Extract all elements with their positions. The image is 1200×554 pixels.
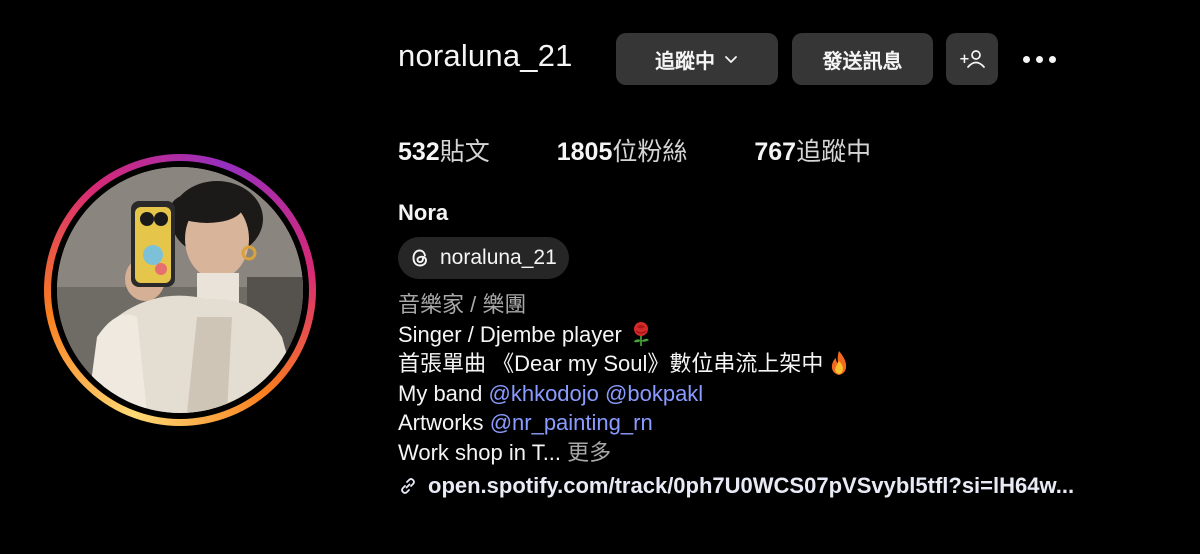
bio-more-link[interactable]: 更多	[567, 440, 611, 465]
following-button[interactable]: 追蹤中	[616, 33, 778, 85]
add-person-icon-plus: +	[959, 52, 970, 67]
threads-handle: noraluna_21	[440, 246, 557, 269]
more-options-icon[interactable]	[1016, 44, 1062, 74]
followers-count[interactable]: 1805位粉絲	[557, 132, 688, 168]
profile-username: noraluna_21	[398, 38, 573, 73]
suggested-users-button[interactable]: +	[946, 33, 998, 85]
bio-line: Artworks @nr_painting_rn	[398, 410, 653, 435]
profile-photo-illustration	[57, 167, 303, 413]
link-icon	[401, 477, 415, 494]
rose-emoji-icon	[633, 321, 649, 346]
send-message-button[interactable]: 發送訊息	[792, 33, 933, 85]
mention-link[interactable]: @khkodojo	[489, 381, 599, 406]
profile-avatar[interactable]	[44, 154, 316, 426]
avatar-photo	[57, 167, 303, 413]
following-button-label: 追蹤中	[655, 50, 715, 73]
posts-count: 532貼文	[398, 138, 490, 166]
threads-badge[interactable]: noraluna_21	[398, 237, 569, 279]
bio-line: 首張單曲 《Dear my Soul》數位串流上架中	[398, 349, 1188, 379]
mention-link[interactable]: @bokpakl	[605, 381, 703, 406]
bio-line: My band @khkodojo @bokpakl	[398, 380, 704, 406]
profile-stats: 532貼文 1805位粉絲 767追蹤中	[398, 132, 938, 168]
profile-full-name: Nora	[398, 200, 449, 225]
fire-emoji-icon	[832, 351, 847, 375]
add-person-icon: +	[959, 50, 985, 68]
bio-category: 音樂家 / 樂團	[398, 292, 527, 317]
bio-external-link[interactable]: open.spotify.com/track/0ph7U0WCS07pVSvyb…	[398, 471, 1188, 501]
mention-link[interactable]: @nr_painting_rn	[490, 410, 653, 435]
bio-line: Work shop in T... 更多	[398, 439, 612, 465]
chevron-down-icon	[725, 56, 737, 63]
profile-bio: 音樂家 / 樂團 Singer / Djembe player 首張單曲 《De…	[398, 290, 1188, 501]
following-count[interactable]: 767追蹤中	[754, 132, 871, 168]
spotify-link[interactable]: open.spotify.com/track/0ph7U0WCS07pVSvyb…	[428, 471, 1074, 501]
send-message-label: 發送訊息	[822, 50, 903, 73]
threads-icon	[412, 249, 427, 267]
bio-line: Singer / Djembe player	[398, 320, 1188, 350]
